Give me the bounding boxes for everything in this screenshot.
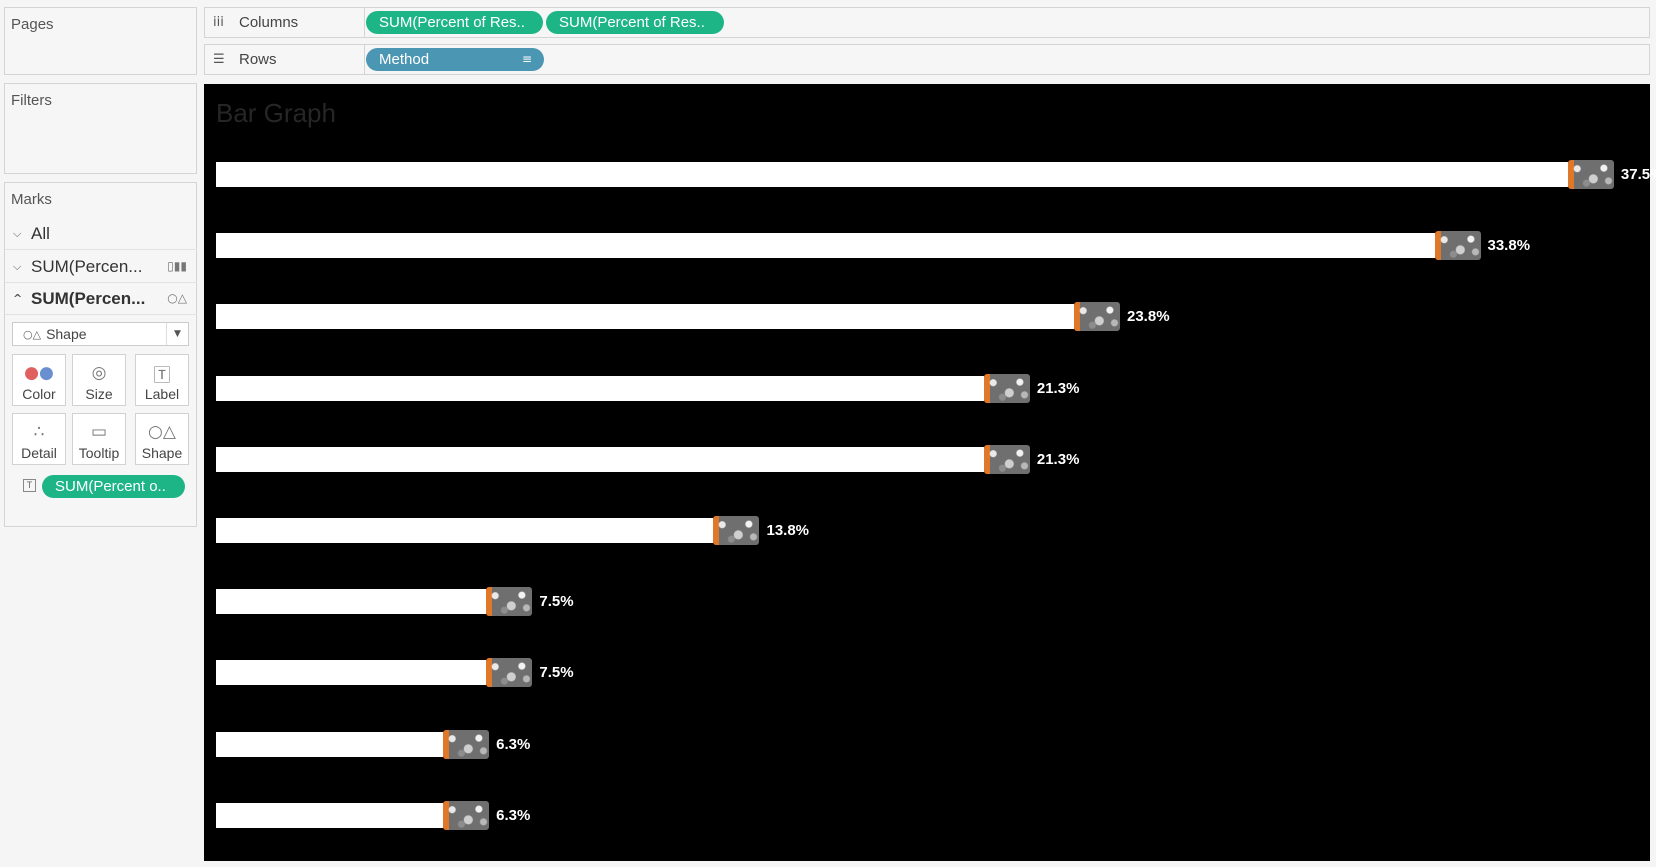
rows-pill-method[interactable]: Method ≡ [366,48,544,71]
chevron-down-icon: ⌵ [13,259,22,273]
shape-marker-1[interactable] [1567,160,1614,189]
marks-all-label: All [31,223,50,243]
rows-shelf[interactable]: ☰ Rows Method ≡ [204,44,1650,75]
columns-pill-2-text: SUM(Percent of Res.. [559,14,705,31]
tooltip-button-label: Tooltip [78,445,120,461]
label-field-pill[interactable]: SUM(Percent o.. [42,475,185,498]
color-button[interactable]: ● ● Color [12,354,66,406]
shape-marker-5[interactable] [983,444,1030,474]
label-icon: 🅃 [153,365,171,386]
shape-marker-3[interactable] [1074,302,1120,332]
rows-pill-text: Method [379,51,430,68]
bar-chart-icon: ▯▮▮ [167,259,187,273]
columns-pill-1[interactable]: SUM(Percent of Res.. [366,11,543,34]
columns-shelf[interactable]: iii Columns SUM(Percent of Res.. SUM(Per… [204,7,1650,38]
detail-icon: ∴ [33,422,45,442]
shape-icon: ○△ [23,327,42,341]
columns-label: Columns [239,14,299,31]
filters-shelf[interactable]: Filters [4,83,197,174]
size-icon: ◎ [91,363,107,383]
columns-icon: iii [213,15,224,30]
color-button-label: Color [22,386,56,402]
bar-8[interactable] [216,660,487,686]
size-button-label: Size [85,386,113,402]
filters-title: Filters [11,92,52,109]
shape-button[interactable]: ○△ Shape [135,413,189,465]
viz-canvas[interactable]: Bar Graph 37.5% 33.8% 23.8% 21.3% 21.3% 13.8%… [204,84,1656,861]
text-label-icon: T [23,479,36,492]
bar-1[interactable] [216,162,1568,187]
viz-title: Bar Graph [216,98,336,128]
shape-marker-7[interactable] [486,587,533,617]
label-button[interactable]: 🅃 Label [135,354,189,406]
marks-layer-1-label: SUM(Percen... [31,256,143,276]
marks-layer-1[interactable]: ⌵ SUM(Percen... ▯▮▮ [5,251,197,283]
shape-marker-10[interactable] [443,800,490,830]
color-icon: ● ● [24,363,54,383]
mark-type-dropdown[interactable]: ○△ Shape ▼ [12,322,189,346]
pages-shelf[interactable]: Pages [4,7,197,75]
label-button-label: Label [144,386,180,402]
pages-title: Pages [11,16,54,33]
data-label-10: 6.3% [496,806,531,824]
marks-title: Marks [11,191,52,208]
data-label-3: 23.8% [1127,308,1170,326]
columns-pill-1-text: SUM(Percent of Res.. [379,14,525,31]
columns-shelf-label: iii Columns [205,8,365,37]
chevron-down-icon: ⌵ [13,226,22,240]
bar-7[interactable] [216,589,487,615]
bar-6[interactable] [216,518,714,543]
tooltip-button[interactable]: ▭ Tooltip [72,413,126,465]
bar-9[interactable] [216,731,444,757]
chevron-up-icon: ^ [13,292,23,305]
bar-4[interactable] [216,375,984,401]
shape-marker-2[interactable] [1434,231,1481,261]
detail-button-label: Detail [21,445,57,461]
label-field-pill-text: SUM(Percent o.. [55,478,166,495]
marks-layer-2-label: SUM(Percen... [31,288,146,308]
bar-10[interactable] [216,802,444,828]
list-icon: ☰ [213,52,225,67]
bar-5[interactable] [216,446,984,472]
detail-button[interactable]: ∴ Detail [12,413,66,465]
bar-2[interactable] [216,233,1435,259]
rows-label: Rows [239,51,277,68]
rows-shelf-label: ☰ Rows [205,45,365,74]
data-label-9: 6.3% [496,735,531,753]
columns-pill-2[interactable]: SUM(Percent of Res.. [546,11,724,34]
mark-type-value: Shape [46,326,87,342]
shape-icon: ○△ [167,291,187,305]
shape-icon: ○△ [148,422,176,442]
shape-marker-4[interactable] [983,373,1030,403]
data-label-8: 7.5% [539,664,574,682]
shape-marker-6[interactable] [713,516,760,545]
data-label-7: 7.5% [539,593,574,611]
shape-button-label: Shape [141,445,183,461]
shape-marker-9[interactable] [443,729,490,759]
tooltip-icon: ▭ [90,422,108,442]
size-button[interactable]: ◎ Size [72,354,126,406]
bar-3[interactable] [216,304,1074,330]
marks-layer-2[interactable]: ^ SUM(Percen... ○△ [5,283,197,315]
marks-all-row[interactable]: ⌵ All [5,218,197,250]
data-label-1: 37.5% [1620,166,1656,183]
data-label-6: 13.8% [766,522,810,539]
sort-icon: ≡ [521,52,532,66]
caret-down-icon: ▼ [166,323,188,345]
data-label-4: 21.3% [1036,379,1080,397]
data-label-5: 21.3% [1036,450,1080,468]
shape-marker-8[interactable] [486,658,533,688]
data-label-2: 33.8% [1487,237,1531,255]
